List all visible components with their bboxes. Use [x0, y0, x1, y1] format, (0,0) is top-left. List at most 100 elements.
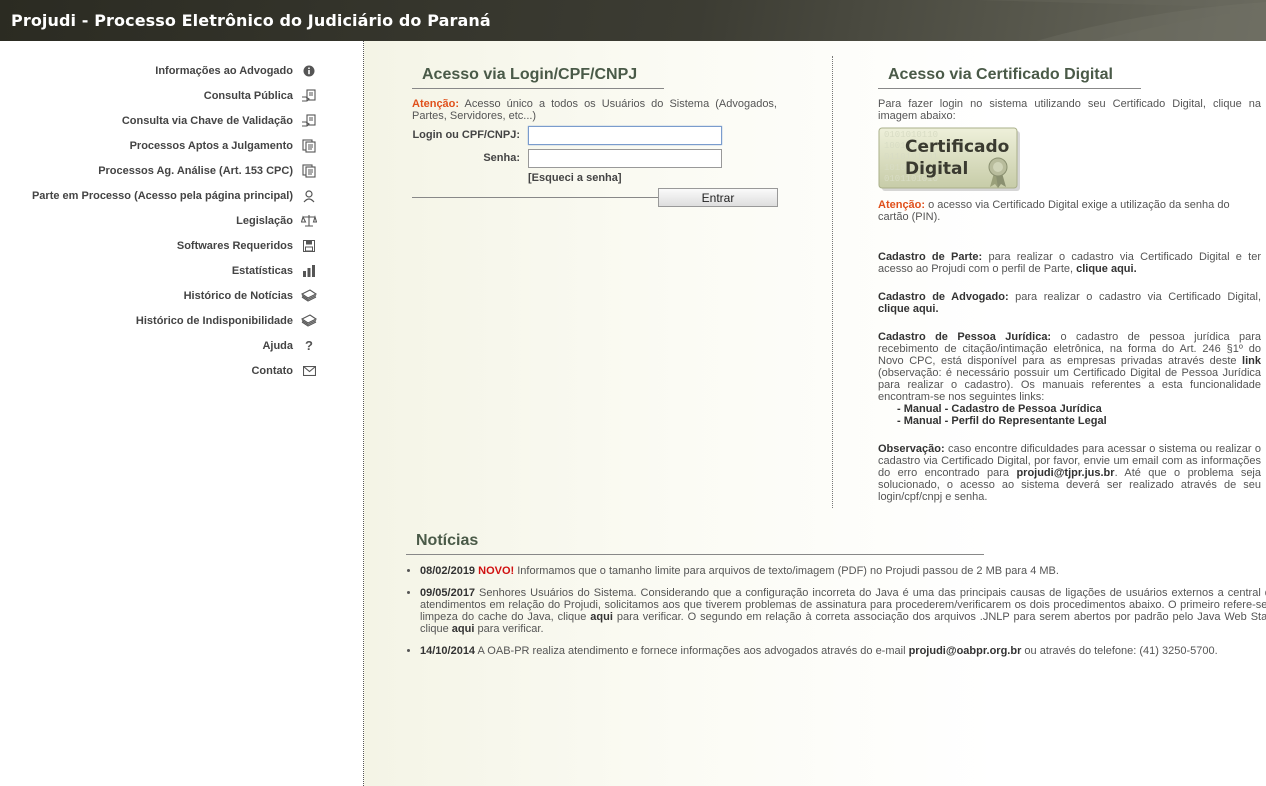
news-text: para verificar.	[474, 623, 544, 635]
hand-document-icon	[301, 89, 317, 103]
cert-pin-notice: Atenção: o acesso via Certificado Digita…	[878, 199, 1261, 223]
noticias-list: 08/02/2019 NOVO! Informamos que o tamanh…	[404, 565, 1266, 667]
cadastro-pj-label: Cadastro de Pessoa Jurídica:	[878, 331, 1052, 343]
envelope-icon	[301, 364, 317, 378]
bar-chart-icon	[301, 264, 317, 278]
page-title: Projudi - Processo Eletrônico do Judiciá…	[11, 11, 491, 30]
news-date: 09/05/2017	[420, 587, 476, 599]
sidebar-item-label[interactable]: Informações ao Advogado	[155, 64, 293, 78]
cert-section-title: Acesso via Certificado Digital	[888, 66, 1113, 83]
atencao-label: Atenção:	[412, 98, 460, 110]
news-text: Informamos que o tamanho limite para arq…	[514, 565, 1059, 577]
cadastro-pj-link[interactable]: link	[1242, 355, 1261, 367]
login-title-underline	[412, 88, 664, 89]
news-date: 14/10/2014	[420, 645, 476, 657]
sidebar-item-label[interactable]: Consulta via Chave de Validação	[122, 114, 293, 128]
login-field-label: Login ou CPF/CNPJ:	[412, 129, 520, 141]
sidebar-item-legislacao[interactable]: Legislação	[32, 214, 317, 239]
documents-icon	[301, 139, 317, 153]
cadastro-parte: Cadastro de Parte: para realizar o cadas…	[878, 251, 1261, 275]
manual-representante-legal-link[interactable]: - Manual - Perfil do Representante Legal	[897, 415, 1266, 427]
sidebar-item-historico-noticias[interactable]: Histórico de Notícias	[32, 289, 317, 314]
sidebar-item-label[interactable]: Histórico de Notícias	[184, 289, 293, 303]
sidebar-item-label[interactable]: Estatísticas	[232, 264, 293, 278]
cadastro-advogado: Cadastro de Advogado: para realizar o ca…	[878, 291, 1261, 315]
stack-icon	[301, 289, 317, 303]
sidebar-item-label[interactable]: Processos Ag. Análise (Art. 153 CPC)	[98, 164, 293, 178]
noticias-title: Notícias	[416, 532, 479, 549]
documents-icon	[301, 164, 317, 178]
noticias-underline	[406, 554, 984, 555]
manual-pessoa-juridica-link[interactable]: - Manual - Cadastro de Pessoa Jurídica	[897, 403, 1266, 415]
main-content: Acesso via Login/CPF/CNPJ Atenção: Acess…	[364, 41, 1266, 786]
sidebar-item-informacoes-advogado[interactable]: Informações ao Advogado	[32, 64, 317, 89]
news-date: 08/02/2019	[420, 565, 476, 577]
certificado-digital-button[interactable]: 0101010110 1001011010 0110101001 1010010…	[878, 127, 1022, 193]
info-icon	[301, 64, 317, 78]
seal-icon	[988, 157, 1008, 188]
question-icon: ?	[305, 338, 313, 353]
sidebar-menu: Informações ao Advogado Consulta Pública…	[0, 41, 364, 786]
forgot-password-link[interactable]: [Esqueci a senha]	[528, 172, 622, 184]
sidebar-item-label[interactable]: Parte em Processo (Acesso pela página pr…	[32, 189, 293, 203]
news-text: ou através do telefone: (41) 3250-5700.	[1021, 645, 1218, 657]
senha-input[interactable]	[528, 149, 722, 168]
cert-atencao-text: o acesso via Certificado Digital exige a…	[878, 199, 1230, 223]
entrar-button[interactable]: Entrar	[658, 188, 778, 207]
novo-badge: NOVO!	[478, 565, 515, 577]
sidebar-item-ajuda[interactable]: Ajuda?	[32, 339, 317, 364]
list-item: 08/02/2019 NOVO! Informamos que o tamanh…	[420, 565, 1266, 577]
login-notice: Atenção: Acesso único a todos os Usuário…	[412, 98, 777, 122]
manual-links: - Manual - Cadastro de Pessoa Jurídica -…	[897, 403, 1266, 427]
login-divider	[412, 197, 658, 198]
oab-email-link[interactable]: projudi@oabpr.org.br	[909, 645, 1022, 657]
cadastro-advogado-link[interactable]: clique aqui.	[878, 303, 939, 315]
person-icon	[301, 189, 317, 203]
sidebar-item-estatisticas[interactable]: Estatísticas	[32, 264, 317, 289]
observacao-email-link[interactable]: projudi@tjpr.jus.br	[1016, 467, 1114, 479]
sidebar-item-softwares[interactable]: Softwares Requeridos	[32, 239, 317, 264]
jnlp-link[interactable]: aqui	[452, 623, 475, 635]
sidebar-item-label[interactable]: Histórico de Indisponibilidade	[136, 314, 293, 328]
senha-field-label: Senha:	[483, 152, 520, 164]
cadastro-parte-link[interactable]: clique aqui.	[1076, 263, 1137, 275]
sidebar-item-label[interactable]: Legislação	[236, 214, 293, 228]
sidebar-item-label[interactable]: Contato	[251, 364, 293, 378]
cadastro-advogado-label: Cadastro de Advogado:	[878, 291, 1009, 303]
atencao-text: Acesso único a todos os Usuários do Sist…	[412, 98, 777, 122]
list-item: 14/10/2014 A OAB-PR realiza atendimento …	[420, 645, 1266, 657]
sidebar-item-processos-aptos[interactable]: Processos Aptos a Julgamento	[32, 139, 317, 164]
cadastro-parte-label: Cadastro de Parte:	[878, 251, 983, 263]
sidebar-item-label[interactable]: Processos Aptos a Julgamento	[130, 139, 293, 153]
observacao-label: Observação:	[878, 443, 945, 455]
cadastro-advogado-text: para realizar o cadastro via Certificado…	[1008, 291, 1262, 303]
login-section-title: Acesso via Login/CPF/CNPJ	[422, 66, 638, 83]
observacao: Observação: caso encontre dificuldades p…	[878, 443, 1261, 503]
header-decoration	[976, 0, 1266, 41]
certificado-image: 0101010110 1001011010 0110101001 1010010…	[878, 127, 1020, 191]
sidebar-item-label[interactable]: Consulta Pública	[204, 89, 293, 103]
stack-icon	[301, 314, 317, 328]
sidebar-item-processos-analise[interactable]: Processos Ag. Análise (Art. 153 CPC)	[32, 164, 317, 189]
cadastro-pessoa-juridica: Cadastro de Pessoa Jurídica: o cadastro …	[878, 331, 1261, 403]
cert-image-line1: Certificado	[905, 137, 1009, 157]
sidebar-item-contato[interactable]: Contato	[32, 364, 317, 389]
sidebar-item-historico-indisponibilidade[interactable]: Histórico de Indisponibilidade	[32, 314, 317, 339]
java-cache-link[interactable]: aqui	[590, 611, 613, 623]
sidebar-item-parte-processo[interactable]: Parte em Processo (Acesso pela página pr…	[32, 189, 317, 214]
app-header: Projudi - Processo Eletrônico do Judiciá…	[0, 0, 1266, 41]
cadastro-pj-text2: (observação: é necessário possuir um Cer…	[878, 367, 1261, 403]
news-text: A OAB-PR realiza atendimento e fornece i…	[475, 645, 909, 657]
section-divider	[832, 56, 833, 508]
list-item: 09/05/2017 Senhores Usuários do Sistema.…	[420, 587, 1266, 635]
sidebar-item-label[interactable]: Softwares Requeridos	[177, 239, 293, 253]
sidebar-item-consulta-publica[interactable]: Consulta Pública	[32, 89, 317, 114]
cert-intro: Para fazer login no sistema utilizando s…	[878, 98, 1261, 122]
sidebar-item-label[interactable]: Ajuda	[262, 339, 293, 353]
sidebar-item-consulta-chave[interactable]: Consulta via Chave de Validação	[32, 114, 317, 139]
cert-image-line2: Digital	[905, 159, 968, 179]
cert-atencao-label: Atenção:	[878, 199, 926, 211]
login-input[interactable]	[528, 126, 722, 145]
floppy-icon	[301, 239, 317, 253]
scales-icon	[301, 214, 317, 228]
